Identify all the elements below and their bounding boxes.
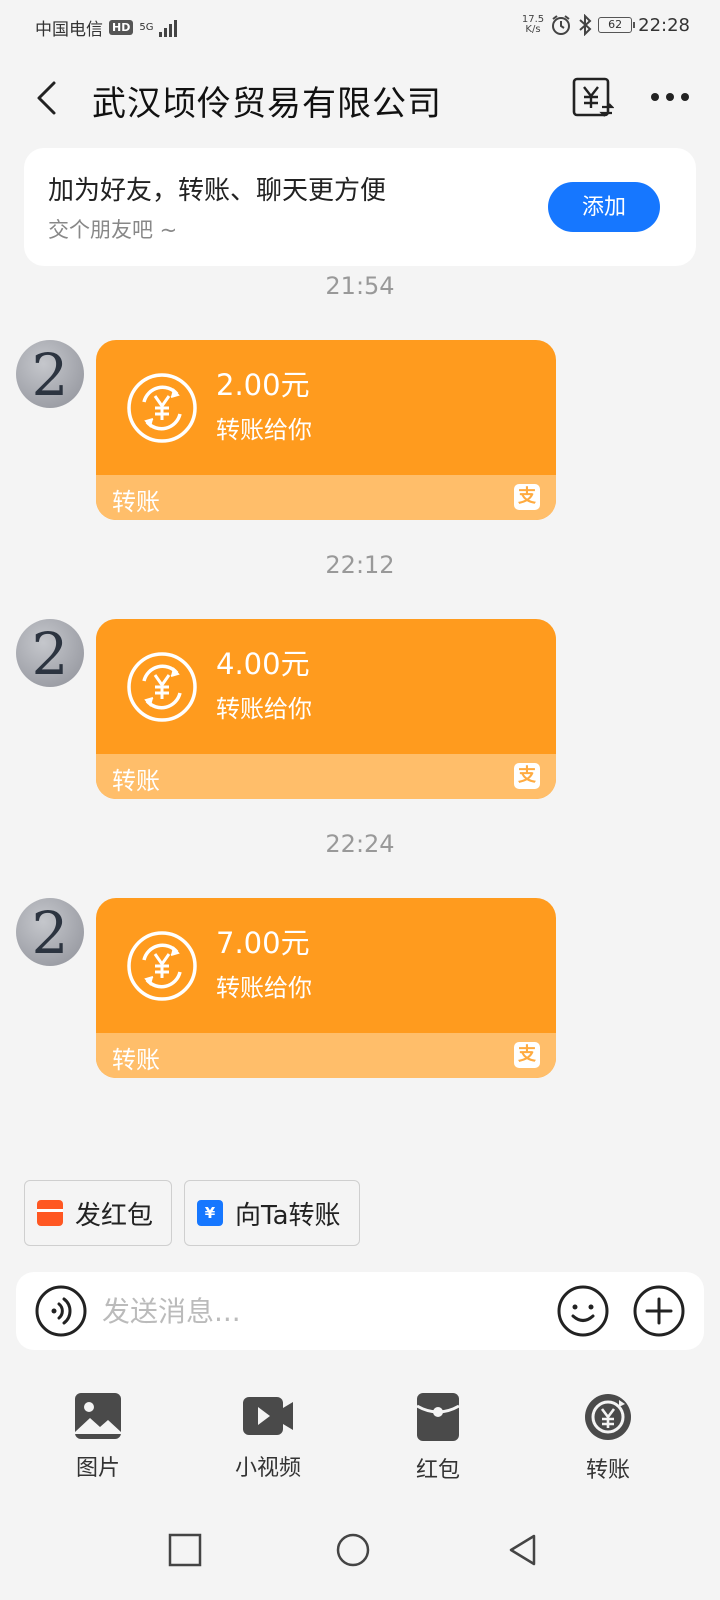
tool-image[interactable]: 图片 [38, 1392, 158, 1482]
transfer-label: 转账 [112, 488, 160, 516]
network-speed: 17.5 K/s [522, 15, 544, 35]
back-icon[interactable] [30, 80, 66, 116]
alarm-icon [552, 15, 571, 35]
red-packet-icon [416, 1393, 460, 1441]
avatar[interactable]: 2 [16, 898, 84, 966]
message-input[interactable] [102, 1286, 542, 1336]
transfer-footer: 转账 支 [96, 475, 556, 520]
message-timestamp: 22:12 [325, 551, 395, 579]
transfer-main: 4.00元 转账给你 [96, 619, 556, 754]
bill-icon[interactable] [572, 77, 614, 119]
transfer-icon [585, 1394, 631, 1440]
transfer-to-them-label: 向Ta转账 [235, 1200, 341, 1231]
transfer-coin-icon [127, 373, 197, 443]
transfer-message[interactable]: 2.00元 转账给你 转账 支 [96, 340, 556, 520]
transfer-coin-icon [127, 931, 197, 1001]
voice-icon[interactable] [34, 1284, 88, 1338]
transfer-footer: 转账 支 [96, 1033, 556, 1078]
home-icon[interactable] [336, 1533, 370, 1567]
nav-back-icon[interactable] [506, 1533, 540, 1567]
network-type: 5G [139, 21, 154, 33]
avatar[interactable]: 2 [16, 619, 84, 687]
bluetooth-icon [579, 14, 592, 36]
transfer-amount: 2.00元 [216, 368, 310, 402]
signal-icon [159, 19, 178, 37]
add-friend-headline: 加为好友，转账、聊天更方便 [48, 176, 387, 206]
message-input-bar [16, 1272, 704, 1350]
recent-apps-icon[interactable] [168, 1533, 202, 1567]
clock: 22:28 [638, 14, 690, 36]
status-left: 中国电信 HD 5G [35, 15, 178, 40]
transfer-to-them-button[interactable]: ¥ 向Ta转账 [184, 1180, 360, 1246]
add-friend-subtext: 交个朋友吧 ~ [48, 218, 178, 242]
transfer-main: 7.00元 转账给你 [96, 898, 556, 1033]
avatar[interactable]: 2 [16, 340, 84, 408]
avatar-text: 2 [31, 341, 69, 408]
carrier-label: 中国电信 [35, 20, 103, 40]
tool-red-packet[interactable]: 红包 [378, 1392, 498, 1484]
send-red-packet-label: 发红包 [75, 1200, 154, 1231]
status-bar: 中国电信 HD 5G 17.5 K/s 62 22:28 [0, 0, 720, 50]
transfer-description: 转账给你 [216, 695, 312, 723]
transfer-main: 2.00元 转账给你 [96, 340, 556, 475]
chat-header: 武汉顷伶贸易有限公司 [0, 62, 720, 134]
red-packet-icon [37, 1200, 63, 1226]
status-right: 17.5 K/s 62 22:28 [522, 14, 690, 36]
avatar-text: 2 [31, 899, 69, 966]
message-timestamp: 22:24 [325, 830, 395, 858]
transfer-description: 转账给你 [216, 974, 312, 1002]
tool-video[interactable]: 小视频 [208, 1392, 328, 1482]
message-timestamp: 21:54 [325, 272, 395, 300]
send-red-packet-button[interactable]: 发红包 [24, 1180, 172, 1246]
transfer-coin-icon [127, 652, 197, 722]
transfer-message[interactable]: 4.00元 转账给你 转账 支 [96, 619, 556, 799]
image-icon [75, 1393, 121, 1439]
transfer-label: 转账 [112, 767, 160, 795]
tool-red-packet-label: 红包 [415, 1458, 460, 1483]
video-icon [243, 1397, 293, 1435]
transfer-label: 转账 [112, 1046, 160, 1074]
transfer-description: 转账给你 [216, 416, 312, 444]
add-friend-button[interactable]: 添加 [548, 182, 660, 232]
avatar-text: 2 [31, 620, 69, 687]
battery-indicator: 62 [598, 17, 636, 33]
transfer-amount: 4.00元 [216, 647, 310, 681]
alipay-icon: 支 [514, 763, 540, 789]
speed-unit: K/s [525, 24, 541, 35]
transfer-yuan-icon: ¥ [197, 1200, 223, 1226]
alipay-icon: 支 [514, 484, 540, 510]
more-options-icon[interactable] [650, 88, 690, 106]
plus-icon[interactable] [632, 1284, 686, 1338]
add-friend-card: 加为好友，转账、聊天更方便 交个朋友吧 ~ 添加 [24, 148, 696, 266]
tool-transfer[interactable]: 转账 [548, 1392, 668, 1484]
tool-video-label: 小视频 [234, 1456, 301, 1481]
hd-badge: HD [109, 20, 134, 35]
transfer-footer: 转账 支 [96, 754, 556, 799]
alipay-icon: 支 [514, 1042, 540, 1068]
tool-transfer-label: 转账 [585, 1458, 630, 1483]
tool-image-label: 图片 [75, 1456, 120, 1481]
page-title: 武汉顷伶贸易有限公司 [92, 84, 442, 124]
transfer-message[interactable]: 7.00元 转账给你 转账 支 [96, 898, 556, 1078]
transfer-amount: 7.00元 [216, 926, 310, 960]
emoji-icon[interactable] [556, 1284, 610, 1338]
